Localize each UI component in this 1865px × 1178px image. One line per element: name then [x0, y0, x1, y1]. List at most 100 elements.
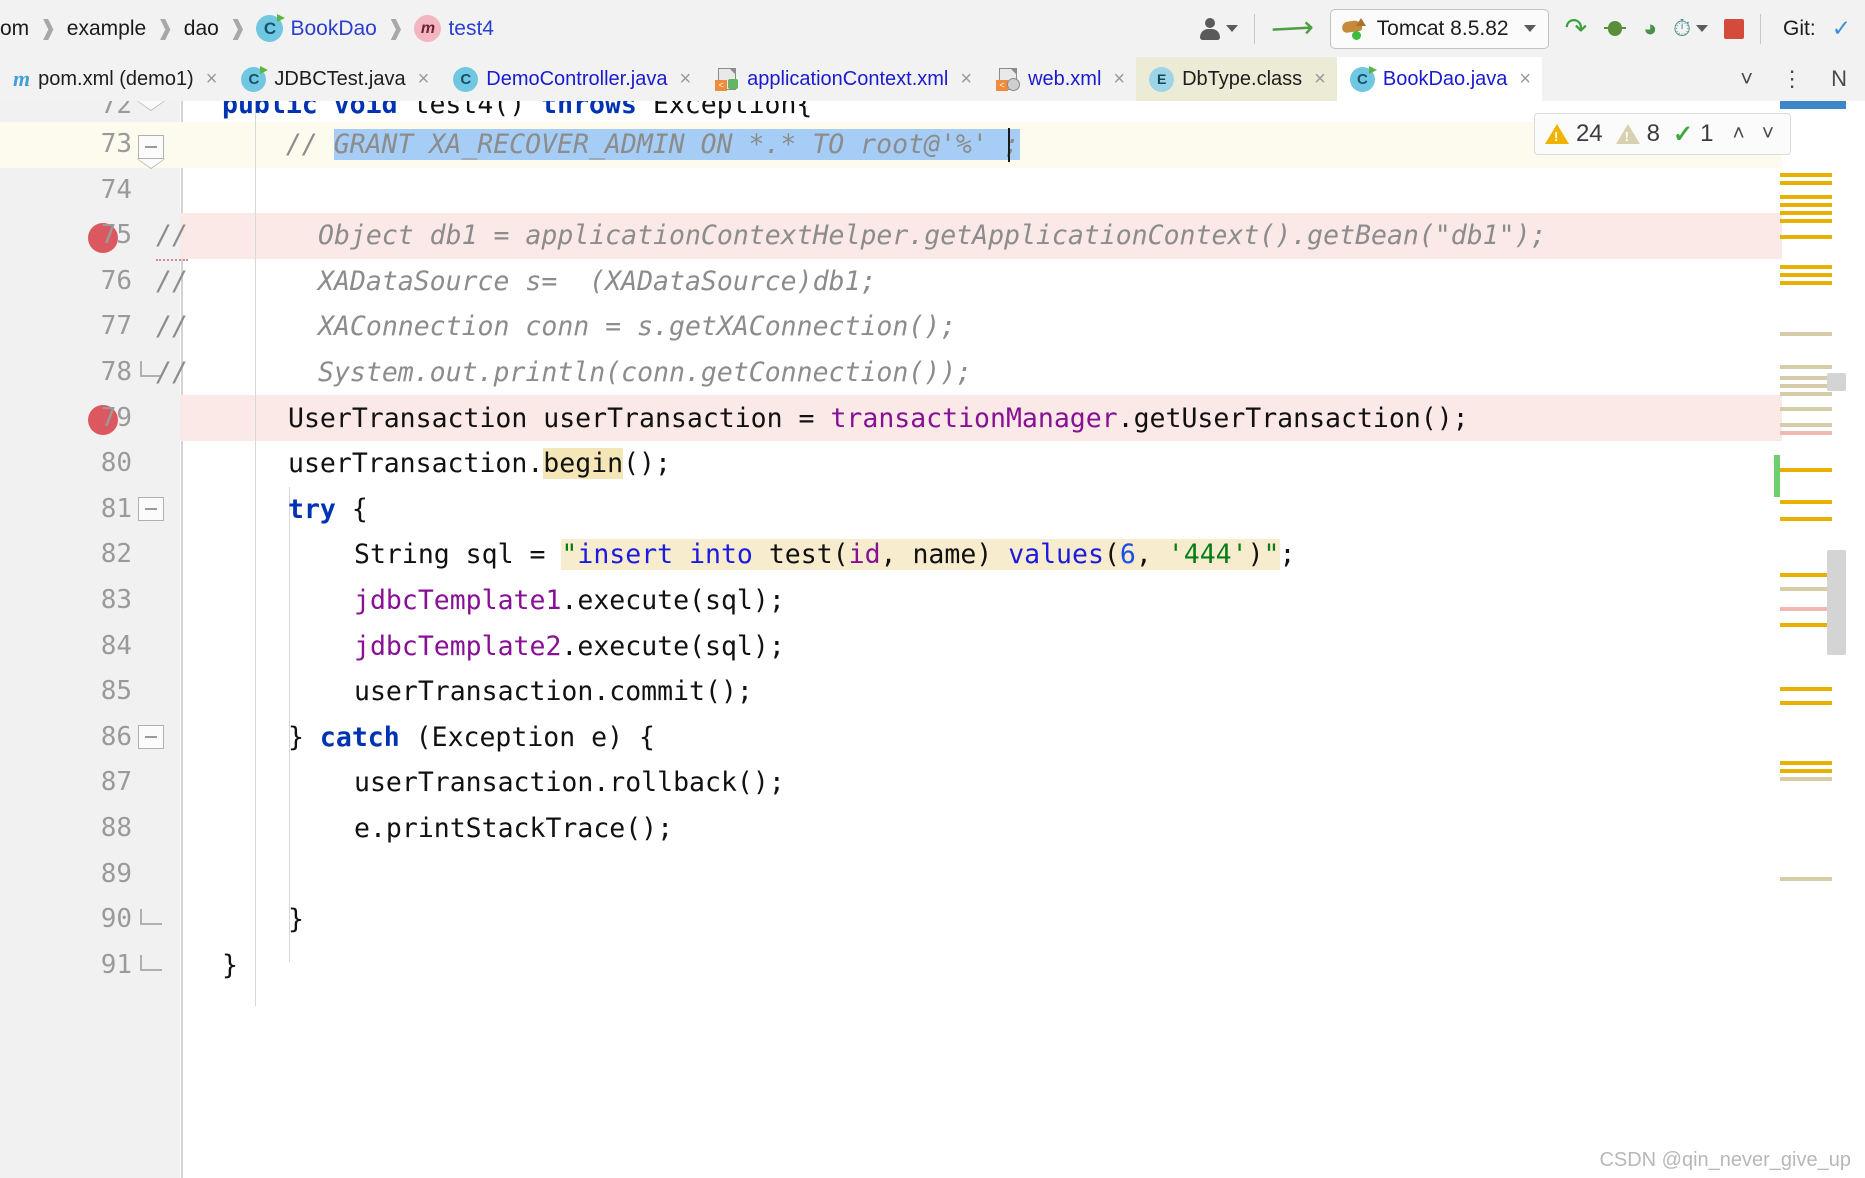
class-icon: C	[256, 14, 286, 42]
next-problem-button[interactable]: ˅	[1756, 122, 1780, 146]
watermark-text: CSDN @qin_never_give_up	[1599, 1149, 1851, 1171]
person-icon	[1199, 17, 1221, 40]
prev-problem-button[interactable]: ˄	[1726, 122, 1750, 146]
tab-bookdao-java[interactable]: C BookDao.java ×	[1336, 57, 1543, 101]
tab-label: pom.xml (demo1)	[38, 67, 194, 90]
breadcrumb-item-dao[interactable]: dao	[184, 17, 219, 41]
line-code: // GRANT XA_RECOVER_ADMIN ON *.* TO root…	[222, 129, 1020, 160]
code-line-89[interactable]: 89	[0, 852, 1865, 898]
line-code: jdbcTemplate1.execute(sql);	[354, 584, 785, 616]
debug-button[interactable]	[1595, 6, 1635, 52]
chevron-down-icon	[1523, 25, 1536, 32]
breadcrumb-item-example[interactable]: example	[67, 17, 146, 41]
line-number: 82	[100, 539, 132, 570]
git-update-button[interactable]: ✓	[1824, 6, 1859, 52]
breadcrumb-item-om[interactable]: om	[0, 17, 29, 41]
commented-out-marker: //	[156, 311, 188, 343]
editor-scrollbar[interactable]	[1846, 155, 1865, 1175]
editor-tab-bar: m pom.xml (demo1) × C JDBCTest.java × C …	[0, 57, 1865, 102]
code-line-86[interactable]: 86 } catch (Exception e) {	[0, 715, 1865, 761]
tab-label: JDBCTest.java	[274, 67, 406, 90]
toolbar-divider	[1253, 13, 1255, 44]
error-stripe-marker-track[interactable]	[1774, 155, 1846, 1175]
build-project-button[interactable]: ⟶	[1263, 6, 1322, 52]
tab-label: applicationContext.xml	[747, 67, 949, 90]
code-line-78[interactable]: 78 // System.out.println(conn.getConnect…	[0, 350, 1865, 396]
code-line-82[interactable]: 82 String sql = "insert into test(id, na…	[0, 532, 1865, 578]
toolbar-actions: ⟶ Tomcat 8.5.82 ↷ ◕ ⏱ Git: ✓	[1191, 0, 1865, 57]
breadcrumb-separator: ❱	[228, 17, 247, 40]
tab-dbtype-class[interactable]: E DbType.class ×	[1136, 57, 1337, 101]
breadcrumb-item-test4[interactable]: m test4	[414, 15, 494, 42]
rerun-button[interactable]: ↷	[1557, 6, 1596, 52]
tab-democontroller-java[interactable]: C DemoController.java ×	[440, 57, 702, 101]
stop-button[interactable]	[1716, 6, 1752, 52]
weak-warning-icon	[1615, 124, 1640, 144]
code-line-74[interactable]: 74	[0, 168, 1865, 214]
tab-pom-xml[interactable]: m pom.xml (demo1) ×	[0, 57, 228, 101]
line-number: 85	[100, 676, 132, 707]
code-line-75[interactable]: 75 // Object db1 = applicationContextHel…	[0, 213, 1865, 261]
code-line-85[interactable]: 85 userTransaction.commit();	[0, 669, 1865, 715]
close-icon[interactable]: ×	[1113, 68, 1125, 91]
line-code: } catch (Exception e) {	[288, 721, 655, 753]
tab-jdbctest-java[interactable]: C JDBCTest.java ×	[228, 57, 440, 101]
debug-icon	[1603, 18, 1627, 40]
tab-web-xml[interactable]: < web.xml ×	[983, 57, 1136, 101]
warning-icon	[1544, 124, 1569, 144]
breadcrumb-item-bookdao[interactable]: C BookDao	[256, 14, 377, 42]
profile-button[interactable]: ⏱	[1665, 6, 1716, 52]
warnings-count: 24	[1575, 120, 1603, 147]
weak-warnings-count: 8	[1646, 120, 1660, 147]
close-icon[interactable]: ×	[1519, 68, 1531, 91]
window-top-strip	[0, 0, 1865, 6]
more-options-icon[interactable]: ⋮	[1769, 68, 1815, 90]
line-number: 86	[100, 721, 132, 752]
git-label-group: Git:	[1769, 6, 1824, 52]
commented-out-marker: //	[156, 265, 188, 297]
chevron-down-icon	[1225, 25, 1238, 32]
code-line-84[interactable]: 84 jdbcTemplate2.execute(sql);	[0, 624, 1865, 670]
code-line-79[interactable]: 79 UserTransaction userTransaction = tra…	[0, 396, 1865, 442]
close-icon[interactable]: ×	[679, 68, 691, 91]
line-code: userTransaction.rollback();	[354, 767, 785, 799]
method-icon: m	[414, 15, 442, 42]
code-line-77[interactable]: 77 // XAConnection conn = s.getXAConnect…	[0, 304, 1865, 350]
close-icon[interactable]: ×	[960, 68, 972, 91]
chevron-down-icon[interactable]: ˅	[1728, 66, 1765, 92]
breadcrumb-separator: ❱	[39, 17, 57, 40]
code-line-80[interactable]: 80 userTransaction.begin();	[0, 441, 1865, 487]
code-line-83[interactable]: 83 jdbcTemplate1.execute(sql);	[0, 578, 1865, 624]
code-line-88[interactable]: 88 e.printStackTrace();	[0, 806, 1865, 852]
line-code: UserTransaction userTransaction = transa…	[288, 402, 1469, 434]
line-number: 80	[100, 448, 132, 479]
code-line-90[interactable]: 90 }	[0, 897, 1865, 943]
close-icon[interactable]: ×	[1314, 68, 1326, 91]
run-with-coverage-button[interactable]: ◕	[1635, 6, 1665, 52]
xml-web-icon: <	[996, 67, 1021, 91]
user-account-button[interactable]	[1191, 6, 1246, 52]
code-line-91[interactable]: 91 }	[0, 943, 1865, 989]
inspection-widget[interactable]: 24 8 ✓ 1 ˄ ˅	[1533, 113, 1791, 155]
code-line-87[interactable]: 87 userTransaction.rollback();	[0, 760, 1865, 806]
line-code: jdbcTemplate2.execute(sql);	[354, 630, 785, 662]
code-line-81[interactable]: 81 try {	[0, 487, 1865, 533]
tab-label: DbType.class	[1182, 67, 1303, 90]
java-class-runnable-icon: C	[241, 65, 269, 92]
close-icon[interactable]: ×	[206, 68, 218, 91]
line-number: 88	[100, 812, 132, 843]
tab-label: web.xml	[1028, 67, 1102, 90]
ide-window: om ❱ example ❱ dao ❱ C BookDao ❱ m test4	[0, 0, 1865, 1178]
breadcrumb-separator: ❱	[386, 17, 405, 40]
line-code: userTransaction.begin();	[288, 448, 671, 480]
line-number: 72	[100, 101, 132, 120]
close-icon[interactable]: ×	[418, 68, 430, 91]
scrollbar-top-indicator	[1780, 101, 1846, 109]
run-configuration-selector[interactable]: Tomcat 8.5.82	[1322, 6, 1557, 52]
line-number: 74	[100, 174, 132, 205]
code-line-76[interactable]: 76 // XADataSource s= (XADataSource)db1;	[0, 259, 1865, 305]
line-number: 84	[100, 630, 132, 661]
enum-icon: E	[1149, 66, 1175, 92]
code-editor[interactable]: 72 public void test4() throws Exception{…	[0, 101, 1865, 1178]
tab-applicationcontext-xml[interactable]: < applicationContext.xml ×	[702, 57, 983, 101]
